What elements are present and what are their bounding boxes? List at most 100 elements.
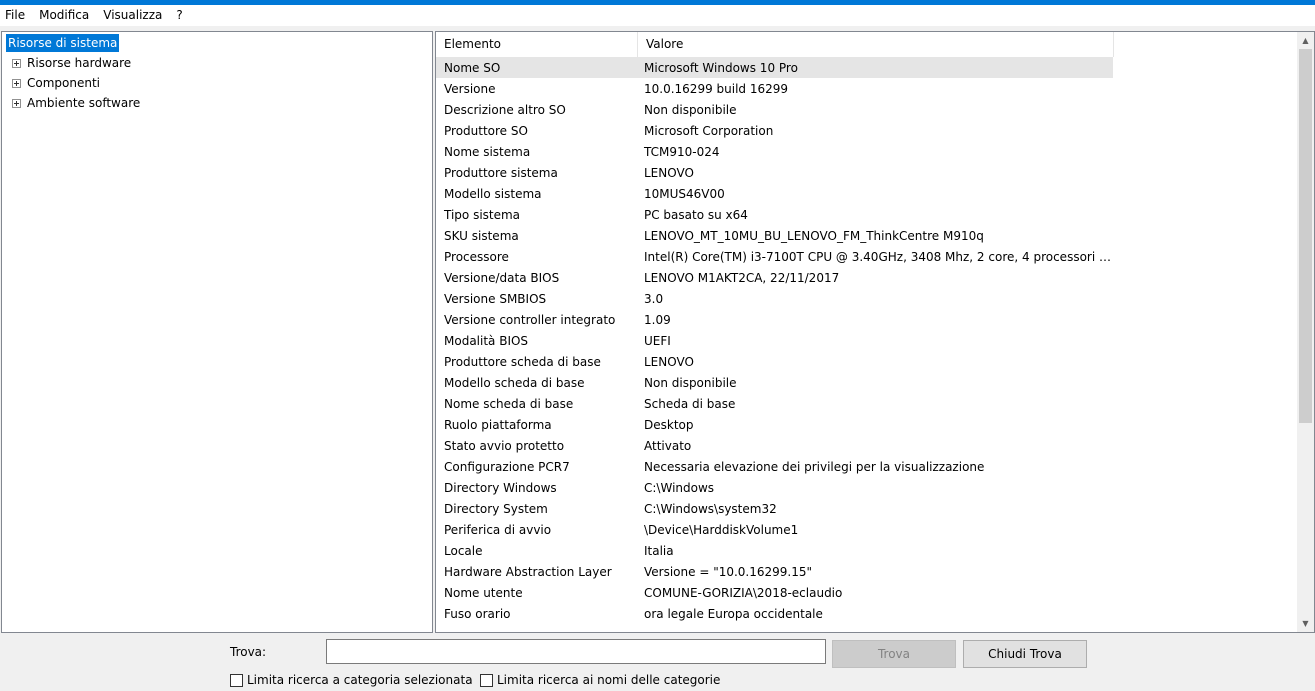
expand-icon[interactable] bbox=[12, 98, 21, 108]
close-find-button[interactable]: Chiudi Trova bbox=[963, 640, 1087, 668]
item-cell: Modello scheda di base bbox=[444, 375, 585, 390]
value-cell: Non disponibile bbox=[644, 102, 737, 117]
value-cell: 10MUS46V00 bbox=[644, 186, 725, 201]
item-cell: Nome utente bbox=[444, 585, 523, 600]
menu-help[interactable]: ? bbox=[169, 5, 189, 26]
menu-modifica[interactable]: Modifica bbox=[32, 5, 96, 26]
tree-item-label: Componenti bbox=[27, 76, 101, 90]
table-row[interactable]: Tipo sistema PC basato su x64 bbox=[436, 204, 1296, 225]
table-row[interactable]: Versione 10.0.16299 build 16299 bbox=[436, 78, 1296, 99]
item-cell: Produttore scheda di base bbox=[444, 354, 601, 369]
value-cell: 1.09 bbox=[644, 312, 671, 327]
item-cell: Produttore SO bbox=[444, 123, 528, 138]
table-row[interactable]: Configurazione PCR7 Necessaria elevazione… bbox=[436, 456, 1296, 477]
value-cell: COMUNE-GORIZIA\2018-eclaudio bbox=[644, 585, 843, 600]
table-row[interactable]: Stato avvio protetto Attivato bbox=[436, 435, 1296, 456]
table-row[interactable]: Modalità BIOS UEFI bbox=[436, 330, 1296, 351]
item-cell: Versione bbox=[444, 81, 496, 96]
table-row[interactable]: Modello sistema 10MUS46V00 bbox=[436, 183, 1296, 204]
value-cell: LENOVO_MT_10MU_BU_LENOVO_FM_ThinkCentre … bbox=[644, 228, 984, 243]
table-row[interactable]: Versione controller integrato 1.09 bbox=[436, 309, 1296, 330]
limit-to-category-names-label: Limita ricerca ai nomi delle categorie bbox=[497, 673, 721, 687]
table-row[interactable]: Descrizione altro SO Non disponibile bbox=[436, 99, 1296, 120]
item-cell: Nome scheda di base bbox=[444, 396, 574, 411]
scroll-down-icon[interactable]: ▼ bbox=[1297, 615, 1314, 632]
value-cell: Desktop bbox=[644, 417, 694, 432]
value-cell: PC basato su x64 bbox=[644, 207, 748, 222]
find-label: Trova: bbox=[230, 645, 267, 659]
value-cell: C:\Windows\system32 bbox=[644, 501, 777, 516]
menu-file[interactable]: File bbox=[0, 5, 32, 26]
value-cell: LENOVO M1AKT2CA, 22/11/2017 bbox=[644, 270, 840, 285]
limit-to-category-names-checkbox[interactable] bbox=[480, 673, 493, 687]
table-row[interactable]: Directory Windows C:\Windows bbox=[436, 477, 1296, 498]
item-cell: Stato avvio protetto bbox=[444, 438, 565, 453]
item-cell: Fuso orario bbox=[444, 606, 511, 621]
expand-icon[interactable] bbox=[12, 78, 21, 88]
find-input[interactable] bbox=[326, 639, 826, 664]
table-row[interactable]: Produttore sistema LENOVO bbox=[436, 162, 1296, 183]
table-row[interactable]: Directory System C:\Windows\system32 bbox=[436, 498, 1296, 519]
value-cell: Scheda di base bbox=[644, 396, 736, 411]
limit-to-selected-category-option[interactable]: Limita ricerca a categoria selezionata bbox=[230, 673, 473, 687]
value-cell: LENOVO bbox=[644, 165, 694, 180]
table-row[interactable]: Nome sistema TCM910-024 bbox=[436, 141, 1296, 162]
scroll-thumb[interactable] bbox=[1299, 49, 1312, 423]
table-row[interactable]: Modello scheda di base Non disponibile bbox=[436, 372, 1296, 393]
item-cell: Modalità BIOS bbox=[444, 333, 529, 348]
tree-item-hardware-resources[interactable]: Risorse hardware bbox=[12, 54, 131, 72]
value-cell: Necessaria elevazione dei privilegi per … bbox=[644, 459, 985, 474]
limit-to-selected-category-checkbox[interactable] bbox=[230, 673, 243, 687]
tree-item-label: Ambiente software bbox=[27, 96, 141, 110]
tree-item-system-summary[interactable]: Risorse di sistema bbox=[6, 34, 120, 52]
list-header: Elemento Valore bbox=[436, 32, 1114, 57]
tree-item-label: Risorse hardware bbox=[27, 56, 132, 70]
table-row[interactable]: Ruolo piattaforma Desktop bbox=[436, 414, 1296, 435]
table-row[interactable]: Versione/data BIOS LENOVO M1AKT2CA, 22/11… bbox=[436, 267, 1296, 288]
menu-visualizza[interactable]: Visualizza bbox=[96, 5, 169, 26]
table-row[interactable]: Produttore scheda di base LENOVO bbox=[436, 351, 1296, 372]
value-cell: Microsoft Windows 10 Pro bbox=[644, 60, 798, 75]
table-row[interactable]: Nome SO Microsoft Windows 10 Pro bbox=[436, 57, 1113, 78]
value-cell: ora legale Europa occidentale bbox=[644, 606, 823, 621]
table-row[interactable]: Hardware Abstraction Layer Versione = "10… bbox=[436, 561, 1296, 582]
item-cell: Configurazione PCR7 bbox=[444, 459, 570, 474]
table-row[interactable]: Periferica di avvio \Device\HarddiskVolum… bbox=[436, 519, 1296, 540]
value-cell: UEFI bbox=[644, 333, 671, 348]
value-cell: Attivato bbox=[644, 438, 692, 453]
item-cell: Versione SMBIOS bbox=[444, 291, 547, 306]
value-cell: \Device\HarddiskVolume1 bbox=[644, 522, 799, 537]
value-cell: Versione = "10.0.16299.15" bbox=[644, 564, 813, 579]
vertical-scrollbar[interactable]: ▲ ▼ bbox=[1297, 32, 1314, 632]
table-row[interactable]: Processore Intel(R) Core(TM) i3-7100T CPU… bbox=[436, 246, 1296, 267]
scroll-up-icon[interactable]: ▲ bbox=[1297, 32, 1314, 49]
item-cell: Ruolo piattaforma bbox=[444, 417, 552, 432]
table-row[interactable]: Locale Italia bbox=[436, 540, 1296, 561]
table-row[interactable]: Produttore SO Microsoft Corporation bbox=[436, 120, 1296, 141]
table-row[interactable]: SKU sistema LENOVO_MT_10MU_BU_LENOVO_FM_T… bbox=[436, 225, 1296, 246]
details-list[interactable]: Elemento Valore Nome SO Microsoft Windows… bbox=[435, 31, 1315, 633]
value-cell: TCM910-024 bbox=[644, 144, 720, 159]
table-row[interactable]: Nome scheda di base Scheda di base bbox=[436, 393, 1296, 414]
table-row[interactable]: Fuso orario ora legale Europa occidentale bbox=[436, 603, 1296, 624]
menu-bar: File Modifica Visualizza ? bbox=[0, 5, 1315, 26]
value-cell: Intel(R) Core(TM) i3-7100T CPU @ 3.40GHz… bbox=[644, 249, 1112, 264]
value-cell: Non disponibile bbox=[644, 375, 737, 390]
column-header-item[interactable]: Elemento bbox=[436, 32, 638, 57]
tree-item-software-environment[interactable]: Ambiente software bbox=[12, 94, 140, 112]
category-tree[interactable]: Risorse di sistema Risorse hardware Comp… bbox=[1, 31, 433, 633]
column-header-value[interactable]: Valore bbox=[638, 32, 1114, 57]
find-button[interactable]: Trova bbox=[832, 640, 956, 668]
tree-item-components[interactable]: Componenti bbox=[12, 74, 100, 92]
item-cell: Nome sistema bbox=[444, 144, 531, 159]
item-cell: Processore bbox=[444, 249, 509, 264]
table-row[interactable]: Versione SMBIOS 3.0 bbox=[436, 288, 1296, 309]
item-cell: Hardware Abstraction Layer bbox=[444, 564, 612, 579]
item-cell: Locale bbox=[444, 543, 483, 558]
table-row[interactable]: Nome utente COMUNE-GORIZIA\2018-eclaudio bbox=[436, 582, 1296, 603]
tree-item-label: Risorse di sistema bbox=[6, 34, 120, 52]
item-cell: Versione controller integrato bbox=[444, 312, 616, 327]
expand-icon[interactable] bbox=[12, 58, 21, 68]
limit-to-category-names-option[interactable]: Limita ricerca ai nomi delle categorie bbox=[480, 673, 720, 687]
item-cell: Periferica di avvio bbox=[444, 522, 552, 537]
